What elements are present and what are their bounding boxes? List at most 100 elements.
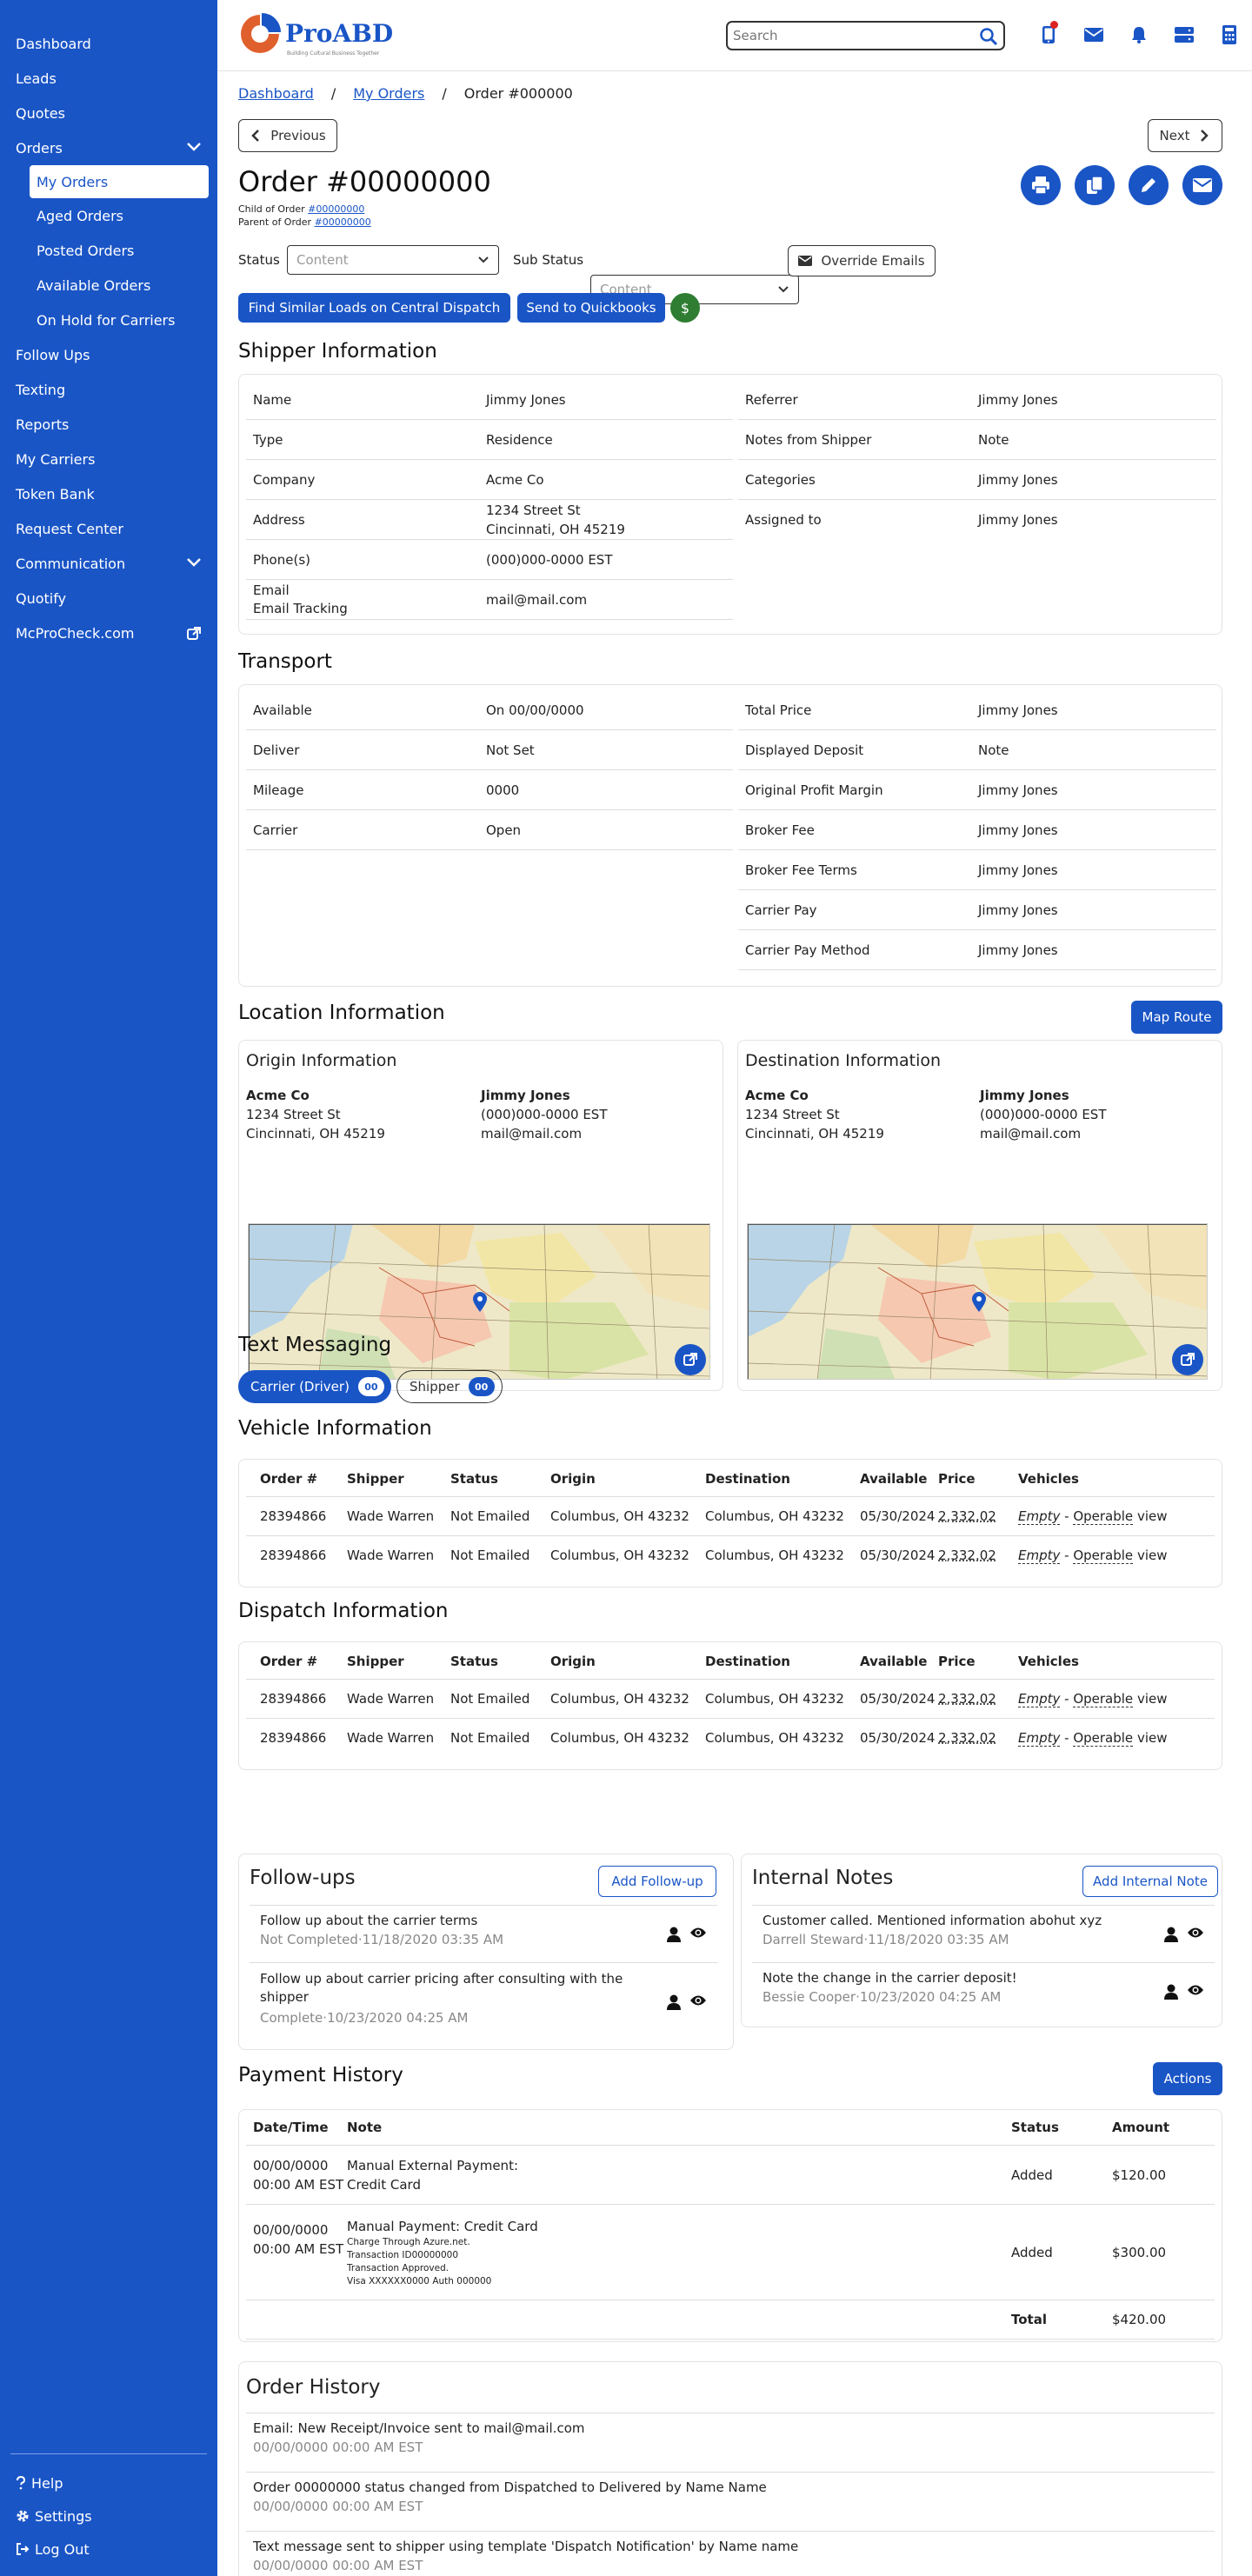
- breadcrumb: Dashboard / My Orders / Order #000000: [238, 85, 573, 102]
- status-select[interactable]: Content: [287, 245, 499, 275]
- view-link[interactable]: view: [1133, 1548, 1168, 1563]
- calculator-button[interactable]: [1207, 23, 1252, 47]
- field-label: Categories: [745, 471, 816, 488]
- search-icon[interactable]: [979, 27, 998, 46]
- vehicle-empty-link[interactable]: Empty: [1018, 1508, 1061, 1525]
- logo[interactable]: ProABD Building Cultural Business Togeth…: [238, 12, 393, 57]
- open-map-button[interactable]: [1172, 1344, 1203, 1375]
- table-row[interactable]: 00/00/0000 00:00 AM EST Manual Payment: C…: [246, 2204, 1215, 2300]
- origin-contact: Jimmy Jones (000)000-0000 EST mail@mail.…: [481, 1086, 607, 1143]
- sidebar-item-available-orders[interactable]: Available Orders: [0, 268, 217, 303]
- table-row[interactable]: 28394866 Wade Warren Not Emailed Columbus, …: [246, 1535, 1215, 1574]
- parent-order-link[interactable]: #00000000: [315, 216, 371, 228]
- user-icon[interactable]: [1164, 1984, 1178, 2000]
- origin-map[interactable]: [248, 1223, 710, 1380]
- eye-icon[interactable]: [1187, 1984, 1204, 1996]
- search-input[interactable]: [733, 28, 976, 43]
- server-button[interactable]: [1162, 23, 1207, 47]
- column-header: Order #: [260, 1471, 318, 1487]
- destination-map[interactable]: [747, 1223, 1208, 1380]
- vehicle-empty-link[interactable]: Empty: [1018, 1691, 1061, 1707]
- table-row[interactable]: 28394866 Wade Warren Not Emailed Columbus, …: [246, 1496, 1215, 1535]
- view-link[interactable]: view: [1133, 1730, 1168, 1746]
- email-button[interactable]: [1182, 165, 1222, 205]
- bell-icon: [1132, 27, 1146, 43]
- sidebar-item-follow-ups[interactable]: Follow Ups: [0, 337, 217, 372]
- copy-button[interactable]: [1075, 165, 1115, 205]
- send-to-quickbooks-button[interactable]: Send to Quickbooks: [517, 293, 665, 323]
- table-row[interactable]: 28394866 Wade Warren Not Emailed Columbus, …: [246, 1718, 1215, 1757]
- notifications-button[interactable]: [1116, 23, 1162, 47]
- sidebar-item-quotes[interactable]: Quotes: [0, 96, 217, 130]
- cell-destination: Columbus, OH 43232: [705, 1691, 844, 1707]
- vehicle-empty-link[interactable]: Empty: [1018, 1730, 1061, 1747]
- vehicle-empty-link[interactable]: Empty: [1018, 1548, 1061, 1564]
- add-internal-note-button[interactable]: Add Internal Note: [1082, 1866, 1218, 1897]
- sidebar-item-on-hold[interactable]: On Hold for Carriers: [0, 303, 217, 337]
- date-line: 00/00/0000: [253, 2221, 329, 2238]
- sidebar-item-request-center[interactable]: Request Center: [0, 511, 217, 546]
- sidebar-item-token-bank[interactable]: Token Bank: [0, 476, 217, 511]
- eye-icon[interactable]: [1187, 1927, 1204, 1939]
- table-row[interactable]: 28394866 Wade Warren Not Emailed Columbus, …: [246, 1679, 1215, 1718]
- view-link[interactable]: view: [1133, 1691, 1168, 1707]
- separator: -: [1060, 1691, 1074, 1707]
- sidebar-item-my-carriers[interactable]: My Carriers: [0, 442, 217, 476]
- sidebar-item-dashboard[interactable]: Dashboard: [0, 26, 217, 61]
- sidebar-item-texting[interactable]: Texting: [0, 372, 217, 407]
- vehicle-operable-link[interactable]: Operable: [1073, 1508, 1134, 1525]
- logout-link[interactable]: Log Out: [0, 2533, 217, 2566]
- sidebar-item-mcprocheck[interactable]: McProCheck.com: [0, 616, 217, 650]
- breadcrumb-dashboard[interactable]: Dashboard: [238, 85, 314, 102]
- mail-button[interactable]: [1071, 23, 1116, 47]
- sidebar-item-orders[interactable]: Orders: [0, 130, 217, 165]
- find-similar-loads-button[interactable]: Find Similar Loads on Central Dispatch: [238, 293, 510, 323]
- vehicle-operable-link[interactable]: Operable: [1073, 1691, 1134, 1707]
- column-header: Available: [860, 1471, 928, 1487]
- actions-button[interactable]: Actions: [1153, 2062, 1222, 2095]
- sidebar-item-aged-orders[interactable]: Aged Orders: [0, 198, 217, 233]
- sidebar-item-quotify[interactable]: Quotify: [0, 581, 217, 616]
- eye-icon[interactable]: [689, 1994, 707, 2007]
- carrier-driver-tab[interactable]: Carrier (Driver) 00: [238, 1370, 391, 1403]
- dollar-button[interactable]: $: [670, 293, 700, 323]
- vehicle-operable-link[interactable]: Operable: [1073, 1548, 1134, 1564]
- field-label: Assigned to: [745, 512, 822, 528]
- previous-button[interactable]: Previous: [238, 119, 337, 152]
- field-label: Mileage: [253, 782, 304, 798]
- origin-street: 1234 Street St: [246, 1107, 341, 1122]
- help-link[interactable]: Help: [0, 2466, 217, 2499]
- eye-icon[interactable]: [689, 1927, 707, 1939]
- sidebar-item-leads[interactable]: Leads: [0, 61, 217, 96]
- list-item: Email: New Receipt/Invoice sent to mail@…: [246, 2413, 1215, 2472]
- view-link[interactable]: view: [1133, 1508, 1168, 1524]
- vehicle-operable-link[interactable]: Operable: [1073, 1730, 1134, 1747]
- next-button[interactable]: Next: [1148, 119, 1222, 152]
- open-map-button[interactable]: [675, 1344, 706, 1375]
- sidebar-item-posted-orders[interactable]: Posted Orders: [0, 233, 217, 268]
- breadcrumb-my-orders[interactable]: My Orders: [353, 85, 424, 102]
- origin-city: Cincinnati, OH 45219: [246, 1126, 385, 1142]
- list-item[interactable]: Customer called. Mentioned information a…: [752, 1905, 1215, 1962]
- phone-notifications-button[interactable]: [1026, 21, 1071, 47]
- field-value: mail@mail.com: [486, 591, 588, 608]
- list-item[interactable]: Note the change in the carrier deposit! …: [752, 1962, 1215, 2020]
- child-order-link[interactable]: #00000000: [308, 203, 364, 215]
- cell-price: 2,332.02: [938, 1548, 996, 1563]
- sidebar-item-my-orders[interactable]: My Orders: [30, 165, 209, 198]
- add-follow-up-button[interactable]: Add Follow-up: [598, 1866, 716, 1897]
- list-item[interactable]: Follow up about carrier pricing after co…: [250, 1962, 717, 2040]
- table-row[interactable]: 00/00/0000 00:00 AM EST Manual External P…: [246, 2145, 1215, 2204]
- override-emails-button[interactable]: Override Emails: [788, 245, 936, 276]
- sidebar-item-reports[interactable]: Reports: [0, 407, 217, 442]
- shipper-tab[interactable]: Shipper 00: [396, 1370, 503, 1403]
- user-icon[interactable]: [667, 1927, 681, 1942]
- edit-button[interactable]: [1129, 165, 1169, 205]
- print-button[interactable]: [1021, 165, 1061, 205]
- user-icon[interactable]: [1164, 1927, 1178, 1942]
- settings-link[interactable]: Settings: [0, 2499, 217, 2533]
- list-item[interactable]: Follow up about the carrier terms Not Co…: [250, 1905, 717, 1962]
- map-route-button[interactable]: Map Route: [1131, 1001, 1222, 1034]
- user-icon[interactable]: [667, 1994, 681, 2010]
- sidebar-item-communication[interactable]: Communication: [0, 546, 217, 581]
